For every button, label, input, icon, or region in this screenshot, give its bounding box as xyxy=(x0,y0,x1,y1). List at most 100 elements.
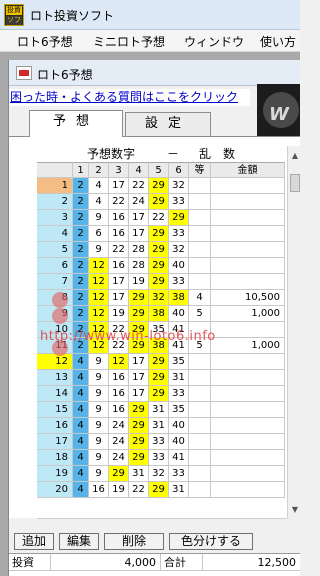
horizontal-scrollbar[interactable] xyxy=(37,518,287,530)
help-link[interactable]: 困った時・よくある質問はここをクリック xyxy=(10,89,250,106)
number-cell: 33 xyxy=(169,274,189,290)
number-cell: 17 xyxy=(129,354,149,370)
number-cell: 38 xyxy=(169,290,189,306)
number-cell: 2 xyxy=(73,226,89,242)
scroll-thumb[interactable] xyxy=(290,174,300,192)
prize-amount-cell: 1,000 xyxy=(211,338,285,354)
number-cell: 40 xyxy=(169,306,189,322)
prize-rank-cell xyxy=(189,418,211,434)
row-number: 5 xyxy=(37,242,73,258)
table-row[interactable]: 14 4 9 16 17 29 33 xyxy=(37,386,285,402)
number-cell: 35 xyxy=(169,402,189,418)
number-cell: 17 xyxy=(109,178,129,194)
number-cell: 29 xyxy=(109,466,129,482)
number-cell: 24 xyxy=(109,450,129,466)
number-cell: 9 xyxy=(89,370,109,386)
prize-rank-cell xyxy=(189,178,211,194)
number-cell: 16 xyxy=(89,482,109,498)
number-cell: 12 xyxy=(89,290,109,306)
column-header: 6 xyxy=(169,162,189,178)
menu-miniloto[interactable]: ミニロト予想 xyxy=(93,33,165,50)
banner-image[interactable]: W xyxy=(257,84,300,140)
number-cell: 9 xyxy=(89,386,109,402)
scroll-down-icon[interactable]: ▼ xyxy=(289,504,300,516)
number-cell: 33 xyxy=(149,434,169,450)
number-cell: 40 xyxy=(169,258,189,274)
number-cell: 33 xyxy=(149,450,169,466)
table-row[interactable]: 4 2 6 16 17 29 33 xyxy=(37,226,285,242)
number-cell: 17 xyxy=(109,274,129,290)
number-cell: 9 xyxy=(89,466,109,482)
number-cell: 4 xyxy=(73,418,89,434)
edit-button[interactable]: 編集 xyxy=(59,533,99,550)
menu-window[interactable]: ウィンドウ xyxy=(184,33,244,50)
number-cell: 29 xyxy=(149,194,169,210)
menu-bar: ロト6予想 ミニロト予想 ウィンドウ 使い方 xyxy=(0,30,300,52)
number-cell: 4 xyxy=(73,434,89,450)
number-cell: 29 xyxy=(149,386,169,402)
row-number: 15 xyxy=(37,402,73,418)
menu-howto[interactable]: 使い方 xyxy=(260,33,296,50)
number-cell: 29 xyxy=(129,290,149,306)
number-cell: 4 xyxy=(73,386,89,402)
row-number: 3 xyxy=(37,210,73,226)
prize-amount-cell xyxy=(211,226,285,242)
number-cell: 2 xyxy=(73,258,89,274)
banner-text: W xyxy=(269,104,289,125)
number-cell: 4 xyxy=(89,194,109,210)
number-cell: 2 xyxy=(73,274,89,290)
table-row[interactable]: 6 2 12 16 28 29 40 xyxy=(37,258,285,274)
table-row[interactable]: 7 2 12 17 19 29 33 xyxy=(37,274,285,290)
delete-button[interactable]: 削除 xyxy=(104,533,164,550)
prize-amount-cell xyxy=(211,322,285,338)
prize-rank-cell xyxy=(189,274,211,290)
window-title: ロト投資ソフト xyxy=(30,9,115,23)
table-row[interactable]: 18 4 9 24 29 33 41 xyxy=(37,450,285,466)
number-cell: 4 xyxy=(73,466,89,482)
prize-rank-cell xyxy=(189,210,211,226)
color-code-button[interactable]: 色分けする xyxy=(169,533,253,550)
child-title-bar: ロト6予想 xyxy=(9,60,300,86)
number-cell: 28 xyxy=(129,258,149,274)
watermark-url: http://www.win-loto6.info xyxy=(40,329,216,344)
table-row[interactable]: 16 4 9 24 29 31 40 xyxy=(37,418,285,434)
number-cell: 24 xyxy=(129,194,149,210)
menu-loto6[interactable]: ロト6予想 xyxy=(17,33,73,50)
row-number: 14 xyxy=(37,386,73,402)
table-row[interactable]: 821217293238410,500 xyxy=(37,290,285,306)
table-row[interactable]: 5 2 9 22 28 29 32 xyxy=(37,242,285,258)
table-row[interactable]: 1 2 4 17 22 29 32 xyxy=(37,178,285,194)
row-marker-9 xyxy=(52,308,68,324)
number-cell: 24 xyxy=(109,418,129,434)
table-row[interactable]: 13 4 9 16 17 29 31 xyxy=(37,370,285,386)
table-row[interactable]: 92121929384051,000 xyxy=(37,306,285,322)
table-row[interactable]: 19 4 9 29 31 32 33 xyxy=(37,466,285,482)
number-cell: 22 xyxy=(129,178,149,194)
number-cell: 9 xyxy=(89,434,109,450)
number-cell: 22 xyxy=(109,242,129,258)
add-button[interactable]: 追加 xyxy=(14,533,54,550)
number-cell: 33 xyxy=(169,466,189,482)
scroll-up-icon[interactable]: ▲ xyxy=(289,150,300,162)
tab-prediction[interactable]: 予想 xyxy=(29,110,123,137)
number-cell: 29 xyxy=(149,242,169,258)
table-row[interactable]: 12 4 9 12 17 29 35 xyxy=(37,354,285,370)
prize-amount-cell xyxy=(211,194,285,210)
app-window: 投資 ソフ ロト投資ソフト ロト6予想 ミニロト予想 ウィンドウ 使い方 ロト6… xyxy=(0,0,300,576)
number-cell: 2 xyxy=(73,178,89,194)
tab-settings[interactable]: 設定 xyxy=(125,112,211,136)
table-row[interactable]: 2 2 4 22 24 29 33 xyxy=(37,194,285,210)
table-row[interactable]: 3 2 9 16 17 22 29 xyxy=(37,210,285,226)
prize-rank-cell xyxy=(189,370,211,386)
prize-rank-cell xyxy=(189,354,211,370)
table-row[interactable]: 15 4 9 16 29 31 35 xyxy=(37,402,285,418)
number-cell: 17 xyxy=(109,290,129,306)
row-number: 1 xyxy=(37,178,73,194)
row-number: 2 xyxy=(37,194,73,210)
table-row[interactable]: 20 4 16 19 22 29 31 xyxy=(37,482,285,498)
number-cell: 29 xyxy=(149,258,169,274)
number-cell: 29 xyxy=(169,210,189,226)
table-row[interactable]: 17 4 9 24 29 33 40 xyxy=(37,434,285,450)
vertical-scrollbar[interactable]: ▲ ▼ xyxy=(287,146,300,518)
number-cell: 29 xyxy=(129,306,149,322)
